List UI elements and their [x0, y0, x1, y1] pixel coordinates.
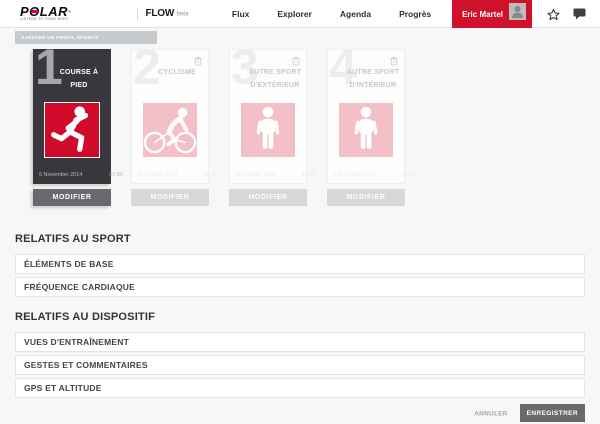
card-date: 1 November 2014	[333, 171, 376, 177]
logo-separator	[137, 8, 138, 20]
cyclist-icon	[143, 103, 197, 157]
sport-profile-card-running[interactable]: 1 COURSE À PIED 5 N	[33, 49, 111, 184]
accordion-row-gestes-commentaires[interactable]: GESTES ET COMMENTAIRES	[15, 355, 585, 375]
flow-logo[interactable]: FLOWbeta	[145, 8, 189, 19]
flow-text: FLOW	[145, 8, 174, 19]
user-menu-button[interactable]: Eric Martel	[452, 0, 532, 28]
avatar	[509, 3, 526, 25]
card-title: AUTRE SPORT D'INTÉRIEUR	[328, 50, 404, 93]
profile-column-2: 2 CYCLISME	[131, 49, 209, 206]
card-date: 5 November 2014	[39, 171, 82, 177]
registered-mark: ®	[68, 9, 71, 14]
profile-column-3: 3 AUTRE SPORT D'EXTÉRIEUR	[229, 49, 307, 206]
accordion-row-frequence-cardiaque[interactable]: FRÉQUENCE CARDIAQUE	[15, 277, 585, 297]
sport-profile-card-other-indoor[interactable]: 4 AUTRE SPORT D'INTÉRIEUR	[327, 49, 405, 184]
runner-icon	[45, 103, 99, 157]
user-name: Eric Martel	[462, 10, 503, 19]
profile-column-1: 1 COURSE À PIED 5 N	[33, 49, 111, 206]
cancel-button[interactable]: ANNULER	[474, 409, 508, 416]
nav-item-flux[interactable]: Flux	[218, 0, 263, 28]
accordion-row-gps-altitude[interactable]: GPS ET ALTITUDE	[15, 378, 585, 398]
card-title: CYCLISME	[132, 50, 208, 79]
nav-item-agenda[interactable]: Agenda	[326, 0, 385, 28]
modify-button[interactable]: MODIFIER	[229, 189, 307, 206]
sport-profiles-page: AJOUTER UN PROFIL SPORTIF 1 COURSE À PIE…	[0, 28, 600, 422]
modify-button[interactable]: MODIFIER	[33, 189, 111, 206]
card-title: AUTRE SPORT D'EXTÉRIEUR	[230, 50, 306, 93]
accordion-row-vues-entrainement[interactable]: VUES D'ENTRAÎNEMENT	[15, 332, 585, 352]
polar-logo[interactable]: POLAR® LISTENS TO YOUR BODY	[20, 6, 128, 22]
card-time: 00:02	[403, 171, 417, 177]
card-date: 22 October 2014	[235, 171, 276, 177]
nav-item-explorer[interactable]: Explorer	[263, 0, 326, 28]
person-icon	[241, 103, 295, 157]
beta-label: beta	[177, 10, 189, 17]
sport-profile-card-cycling[interactable]: 2 CYCLISME	[131, 49, 209, 184]
person-icon	[339, 103, 393, 157]
polar-tagline: LISTENS TO YOUR BODY	[20, 17, 69, 19]
accordion-row-elements-de-base[interactable]: ÉLÉMENTS DE BASE	[15, 254, 585, 274]
header-right: Eric Martel	[452, 0, 592, 28]
add-sport-profile-button[interactable]: AJOUTER UN PROFIL SPORTIF	[15, 31, 157, 44]
card-title: COURSE À PIED	[34, 50, 110, 93]
feedback-chat-icon[interactable]	[569, 4, 589, 24]
section-sport: RELATIFS AU SPORT ÉLÉMENTS DE BASE FRÉQU…	[15, 233, 585, 297]
card-time: 01:05	[109, 171, 123, 177]
header: POLAR® LISTENS TO YOUR BODY FLOWbeta Flu…	[0, 0, 600, 28]
card-meta: 22 October 2014 21:09	[235, 170, 301, 179]
section-dispositif: RELATIFS AU DISPOSITIF VUES D'ENTRAÎNEME…	[15, 311, 585, 398]
favorites-star-icon[interactable]	[543, 4, 563, 24]
card-meta: 22 October 2014 21:09	[137, 170, 203, 179]
card-time: 21:09	[301, 171, 315, 177]
card-date: 22 October 2014	[137, 171, 178, 177]
card-time: 21:09	[203, 171, 217, 177]
section-title: RELATIFS AU SPORT	[15, 233, 585, 245]
modify-button[interactable]: MODIFIER	[131, 189, 209, 206]
polar-pulse-icon	[30, 10, 38, 13]
sport-profile-cards: 1 COURSE À PIED 5 N	[33, 49, 585, 206]
card-meta: 1 November 2014 00:02	[333, 170, 399, 179]
section-title: RELATIFS AU DISPOSITIF	[15, 311, 585, 323]
save-button[interactable]: ENREGISTRER	[520, 404, 585, 422]
nav-item-progres[interactable]: Progrès	[385, 0, 445, 28]
footer-actions: ANNULER ENREGISTRER	[15, 404, 585, 422]
profile-column-4: 4 AUTRE SPORT D'INTÉRIEUR	[327, 49, 405, 206]
sport-profile-card-other-outdoor[interactable]: 3 AUTRE SPORT D'EXTÉRIEUR	[229, 49, 307, 184]
card-meta: 5 November 2014 01:05	[39, 170, 105, 179]
modify-button[interactable]: MODIFIER	[327, 189, 405, 206]
main-nav: Flux Explorer Agenda Progrès	[218, 0, 445, 28]
